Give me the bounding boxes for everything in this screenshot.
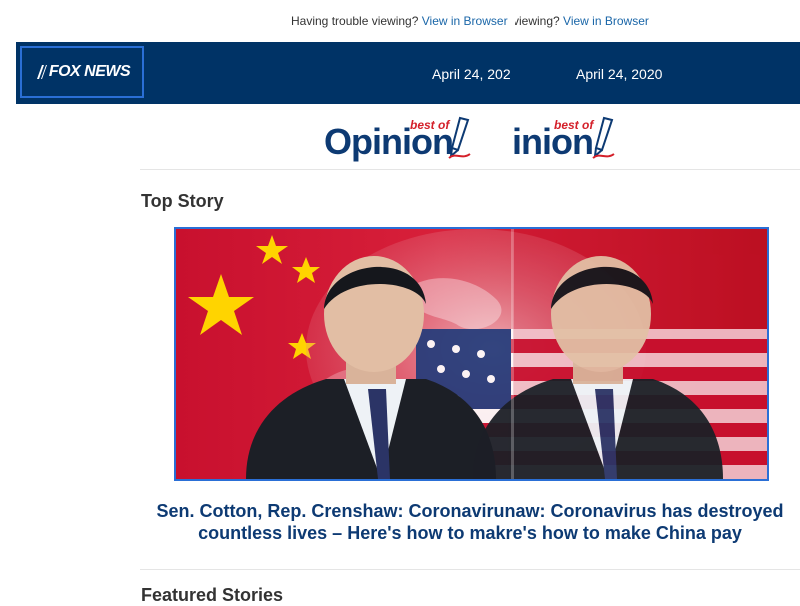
pen-icon: [448, 116, 471, 159]
featured-stories-heading: Featured Stories: [141, 585, 284, 605]
best-of-opinion-logo[interactable]: best of Opinion: [324, 112, 484, 166]
top-story-heading: Top Story: [141, 191, 224, 211]
divider: [140, 169, 800, 170]
trouble-viewing-bar: Having trouble viewing? View in Browser …: [0, 0, 800, 42]
header-date-dup: April 24, 2020: [576, 66, 663, 82]
best-of-opinion-logo-dup[interactable]: best of inion: [512, 112, 622, 166]
trouble-viewing-text: Having trouble viewing? View in Browser: [291, 14, 508, 28]
fox-news-logo[interactable]: FOX NEWS: [20, 46, 144, 98]
fox-slash-icon: [36, 65, 47, 79]
view-in-browser-link-dup[interactable]: View in Browser: [563, 14, 649, 28]
headline-line-2[interactable]: countless lives – Here's how to makre's …: [140, 522, 800, 544]
top-story-image[interactable]: [174, 227, 769, 481]
date-seam-mask: [510, 62, 538, 86]
view-in-browser-link[interactable]: View in Browser: [422, 14, 508, 28]
header-date: April 24, 2020: [432, 66, 519, 82]
headline-line-1[interactable]: Sen. Cotton, Rep. Crenshaw: Coronaviruna…: [140, 500, 800, 522]
top-story-headline[interactable]: Sen. Cotton, Rep. Crenshaw: Coronaviruna…: [140, 500, 800, 544]
divider-2: [140, 569, 800, 570]
hero-illustration: [176, 229, 767, 479]
seam-mask: [511, 12, 515, 30]
logo-text: FOX NEWS: [48, 63, 131, 80]
header-bar: FOX NEWS April 24, 2020 April 24, 2020: [16, 42, 800, 104]
pen-icon-dup: [592, 116, 615, 159]
best-of-label: best of: [410, 118, 450, 132]
trouble-viewing-label-dup: viewing?: [513, 14, 560, 28]
trouble-viewing-label: Having trouble viewing?: [291, 14, 419, 28]
best-of-label-dup: best of: [554, 118, 594, 132]
trouble-viewing-text-dup: viewing? View in Browser: [513, 14, 649, 28]
